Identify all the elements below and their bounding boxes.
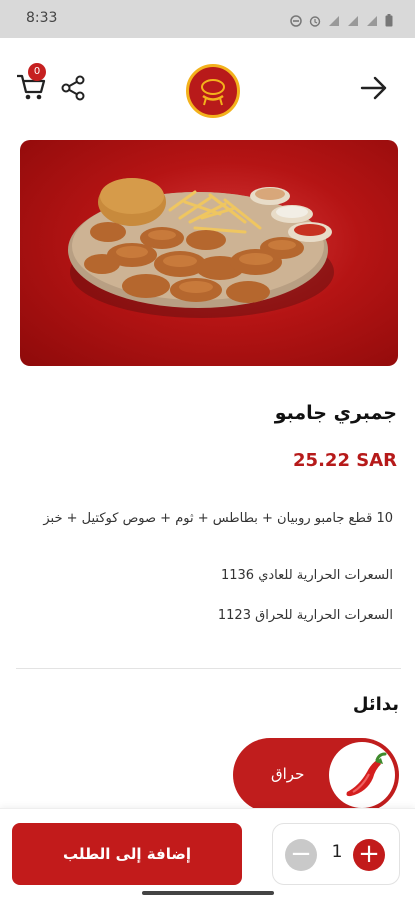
product-description: 10 قطع جامبو روبيان + بطاطس + ثوم + صوص … [43,511,393,526]
signal-icon-3 [366,12,378,31]
battery-icon [385,12,393,31]
status-time: 8:33 [26,10,58,26]
product-title: جمبري جامبو [274,402,397,424]
add-to-order-button[interactable]: إضافة إلى الطلب [12,823,242,885]
alternatives-title: بدائل [352,694,399,715]
do-not-disturb-icon [290,12,302,31]
app-header: 0 [0,38,415,138]
quantity-stepper: − 1 + [272,823,400,885]
quantity-value: 1 [331,842,343,862]
calories-regular: السعرات الحرارية للعادي 1136 [220,568,393,583]
cart-count-badge: 0 [28,63,46,81]
signal-icon-1 [328,12,340,31]
signal-icon-2 [347,12,359,31]
home-indicator [142,891,274,895]
decrease-quantity-button[interactable]: − [285,839,317,871]
chili-pepper-icon [329,742,395,808]
back-arrow-icon[interactable] [359,75,389,101]
product-image [20,140,398,366]
status-bar: 8:33 [0,0,415,38]
alarm-icon [309,12,321,31]
alternative-option-spicy[interactable]: حراق [233,738,399,812]
brand-logo [186,64,240,118]
calories-spicy: السعرات الحرارية للحراق 1123 [217,608,393,623]
product-price: 25.22 SAR [293,450,397,471]
section-divider [16,668,401,669]
bottom-order-bar: إضافة إلى الطلب − 1 + [0,808,415,901]
share-icon[interactable] [60,75,86,101]
increase-quantity-button[interactable]: + [353,839,385,871]
system-icons [290,12,393,31]
alternative-label: حراق [271,765,305,783]
